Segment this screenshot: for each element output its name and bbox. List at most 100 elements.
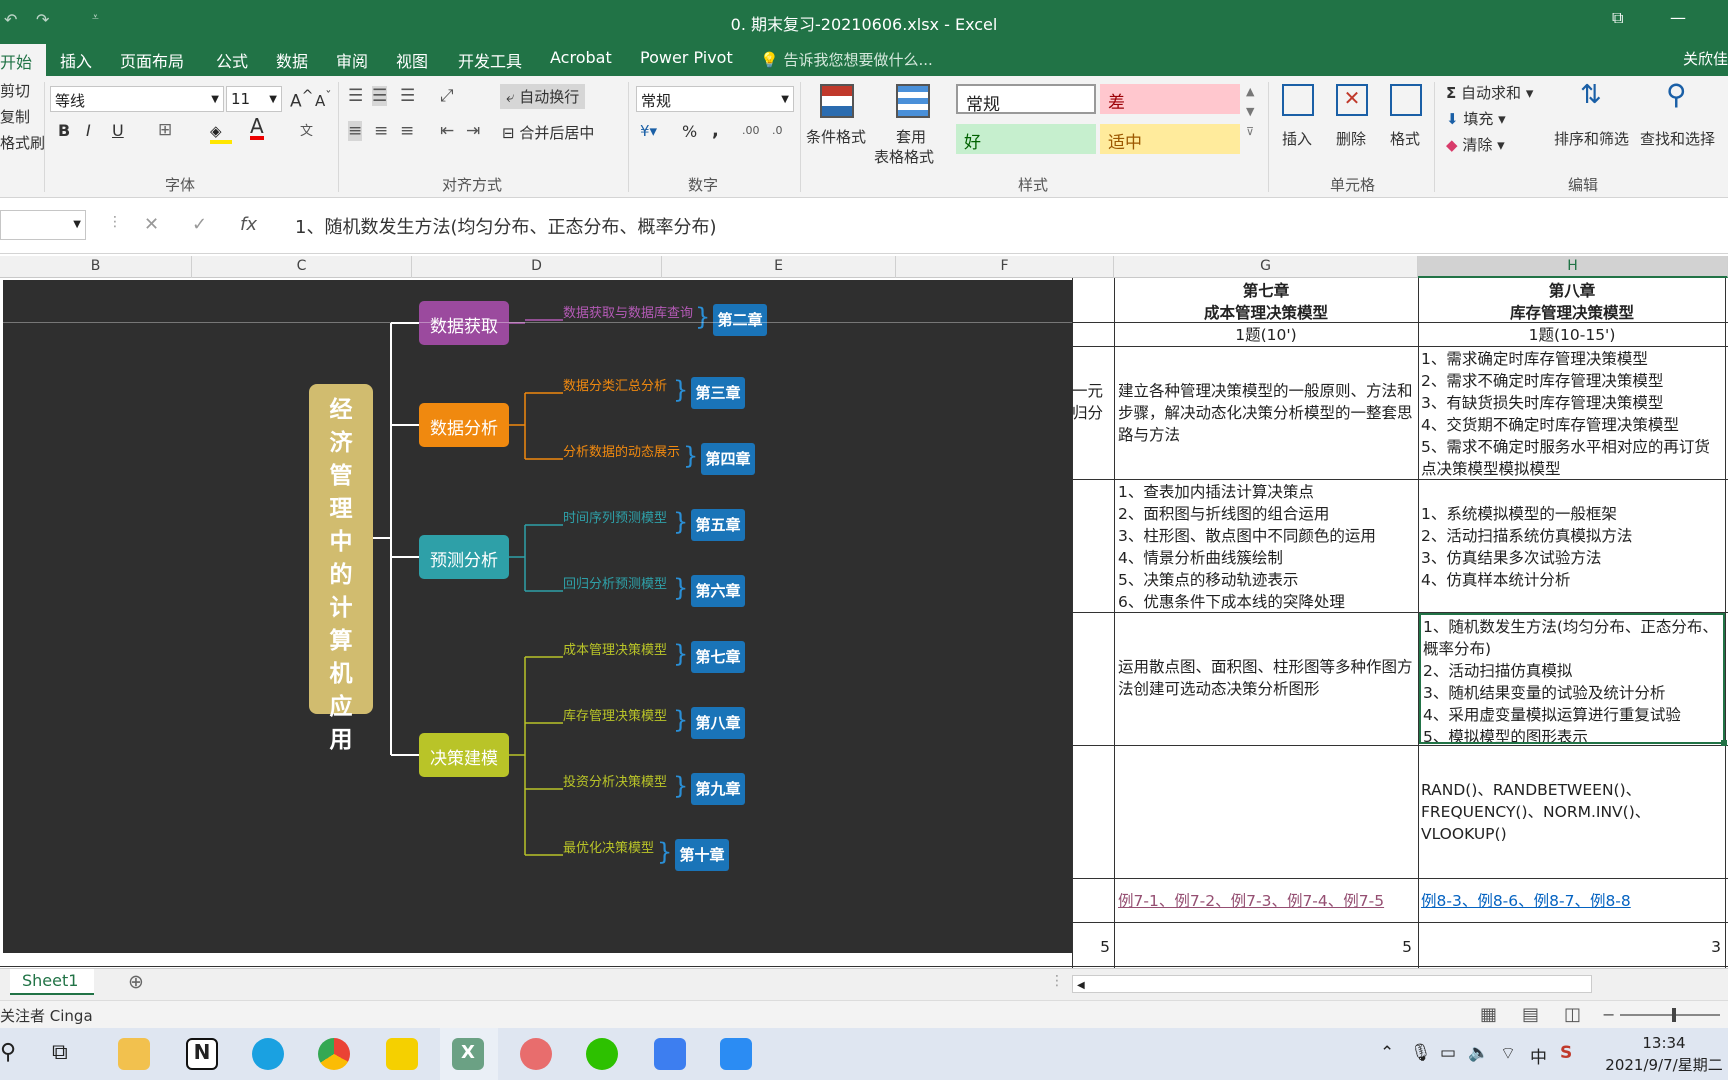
tab-9[interactable]: Power Pivot — [640, 48, 733, 67]
cell-f-row3-fragment[interactable]: 一元 归分 — [1072, 380, 1114, 424]
style-neutral[interactable]: 适中 — [1100, 124, 1240, 154]
chrome-icon[interactable] — [318, 1038, 350, 1070]
formula-input[interactable]: 1、随机数发生方法(均匀分布、正态分布、概率分布) — [295, 213, 717, 239]
align-left-icon[interactable]: ≡ — [348, 121, 363, 141]
percent-style-button[interactable]: % — [682, 122, 697, 141]
column-header-g[interactable]: G — [1114, 256, 1418, 278]
cut-button[interactable]: 剪切 — [0, 80, 30, 101]
zoom-out-icon[interactable]: − — [1602, 1005, 1615, 1024]
cell-h-row4[interactable]: 1、系统模拟模型的一般框架 2、活动扫描系统仿真模拟方法 3、仿真结果多次试验方… — [1421, 503, 1725, 603]
network-icon[interactable]: ⌔ — [1500, 1043, 1516, 1064]
cell-g-header[interactable]: 第七章 成本管理决策模型 — [1114, 280, 1418, 324]
sheet-tab-sheet1[interactable]: Sheet1 — [10, 969, 94, 995]
column-header-h[interactable]: H — [1418, 256, 1728, 278]
cell-h-row6[interactable]: RAND()、RANDBETWEEN()、FREQUENCY()、NORM.IN… — [1421, 779, 1725, 845]
format-cells-icon[interactable] — [1390, 84, 1422, 116]
phonetic-icon[interactable]: 文 — [300, 120, 313, 139]
column-header-e[interactable]: E — [662, 256, 896, 278]
conditional-format-icon[interactable] — [820, 84, 854, 118]
minimize-button[interactable]: — — [1670, 8, 1686, 27]
font-name-select[interactable]: 等线 ▼ — [50, 86, 224, 112]
column-header-c[interactable]: C — [192, 256, 412, 278]
find-select-icon[interactable]: ⚲ — [1666, 78, 1687, 111]
tab-1[interactable]: 插入 — [60, 48, 92, 72]
fill-button[interactable]: ⬇ 填充 ▾ — [1446, 108, 1506, 129]
cell-g-row4[interactable]: 1、查表加内插法计算决策点 2、面积图与折线图的组合运用 3、柱形图、散点图中不… — [1118, 481, 1416, 611]
ime-indicator[interactable]: 中 — [1530, 1043, 1547, 1068]
scroll-left-icon[interactable]: ◀ — [1073, 980, 1089, 991]
decrease-decimal-icon[interactable]: .0 — [772, 124, 783, 137]
column-header-f[interactable]: F — [896, 256, 1114, 278]
tab-2[interactable]: 页面布局 — [120, 48, 184, 72]
font-color-button[interactable]: A — [250, 116, 264, 140]
page-layout-view-icon[interactable]: ▤ — [1522, 1004, 1539, 1025]
page-break-view-icon[interactable]: ◫ — [1564, 1004, 1581, 1025]
user-name[interactable]: 关欣佳 — [1683, 48, 1728, 69]
delete-cells-icon[interactable]: ✕ — [1336, 84, 1368, 116]
font-size-select[interactable]: 11 ▼ — [226, 86, 282, 112]
tab-6[interactable]: 视图 — [396, 48, 428, 72]
cell-g-row5[interactable]: 运用散点图、面积图、柱形图等多种作图方法创建可选动态决策分析图形 — [1118, 656, 1416, 700]
format-painter-button[interactable]: 格式刷 — [0, 132, 45, 153]
sticky-notes-icon[interactable] — [386, 1038, 418, 1070]
sort-filter-button[interactable]: 排序和筛选 — [1554, 128, 1629, 149]
cell-g-row3[interactable]: 建立各种管理决策模型的一般原则、方法和步骤，解决动态化决策分析模型的一整套思路与… — [1118, 380, 1416, 446]
normal-view-icon[interactable]: ▦ — [1480, 1004, 1497, 1025]
volume-icon[interactable]: 🔈 — [1468, 1043, 1489, 1063]
tab-8[interactable]: Acrobat — [550, 48, 612, 67]
name-box[interactable]: ▼ — [0, 210, 86, 240]
clear-button[interactable]: ◆ 清除 ▾ — [1446, 134, 1505, 155]
zoom-slider[interactable] — [1620, 1008, 1720, 1022]
accounting-format-icon[interactable]: ¥▾ — [640, 122, 657, 140]
style-normal[interactable]: 常规 — [956, 84, 1096, 115]
align-center-icon[interactable]: ≡ — [374, 121, 388, 141]
ribbon-display-options-icon[interactable]: ⧉ — [1612, 8, 1623, 28]
number-format-select[interactable]: 常规 ▼ — [636, 86, 794, 112]
column-header-d[interactable]: D — [412, 256, 662, 278]
align-middle-icon[interactable]: ☰ — [372, 86, 388, 106]
cell-g-count[interactable]: 1题(10') — [1114, 324, 1418, 346]
increase-font-size-icon[interactable]: A^ — [290, 88, 314, 112]
format-cells-button[interactable]: 格式 — [1390, 128, 1420, 149]
tab-4[interactable]: 数据 — [276, 48, 308, 72]
search-icon[interactable]: ⚲ — [0, 1040, 16, 1065]
task-view-icon[interactable]: ⧉ — [52, 1040, 68, 1065]
enter-icon[interactable]: ✓ — [192, 214, 207, 235]
increase-indent-icon[interactable]: ⇥ — [466, 121, 480, 141]
show-hidden-icons-icon[interactable]: ⌃ — [1380, 1043, 1394, 1063]
cell-g-row8[interactable]: 5 — [1118, 936, 1412, 958]
styles-scroll-icon[interactable]: ▲ ▼ ⊽ — [1246, 82, 1254, 142]
mindmap-image[interactable]: 经济管理中的计算机应用 数据获取 数据获取与数据库查询} 第二章 数据分析 数据分类汇总… — [3, 280, 1072, 953]
clock[interactable]: 13:34 2021/9/7/星期二 — [1600, 1032, 1728, 1076]
borders-icon[interactable]: ⊞ — [158, 120, 172, 140]
zoom-thumb[interactable] — [1672, 1008, 1676, 1022]
insert-cells-icon[interactable] — [1282, 84, 1314, 116]
decrease-font-size-icon[interactable]: Aˇ — [315, 88, 332, 110]
cell-h-header[interactable]: 第八章 库存管理决策模型 — [1418, 280, 1726, 324]
style-good[interactable]: 好 — [956, 124, 1096, 154]
fill-color-icon[interactable]: ◈ — [210, 122, 232, 144]
edge-icon[interactable] — [252, 1038, 284, 1070]
table-format-label-2[interactable]: 表格格式 — [874, 146, 934, 167]
wechat-icon[interactable] — [586, 1038, 618, 1070]
find-select-button[interactable]: 查找和选择 — [1640, 128, 1715, 149]
insert-function-button[interactable]: fx — [240, 214, 257, 235]
copy-button[interactable]: 复制 — [0, 106, 30, 127]
cell-f-row8[interactable]: 5 — [1072, 936, 1110, 958]
cell-h-count[interactable]: 1题(10-15') — [1418, 324, 1726, 346]
delete-cells-button[interactable]: 删除 — [1336, 128, 1366, 149]
sogou-ime-icon[interactable]: S — [1560, 1043, 1572, 1063]
cell-h-row5-active[interactable]: 1、随机数发生方法(均匀分布、正态分布、概率分布) 2、活动扫描仿真模拟 3、随… — [1419, 613, 1725, 744]
notion-icon[interactable]: N — [186, 1038, 218, 1070]
cancel-icon[interactable]: ✕ — [144, 214, 159, 235]
app-icon[interactable] — [520, 1038, 552, 1070]
tab-7[interactable]: 开发工具 — [458, 48, 522, 72]
merge-center-button[interactable]: ⊟ 合并后居中 — [502, 122, 594, 143]
tell-me-search[interactable]: 💡 告诉我您想要做什么... — [760, 49, 933, 70]
microphone-icon[interactable]: 🎙 — [1410, 1043, 1432, 1063]
fill-handle[interactable] — [1721, 740, 1727, 746]
wrap-text-button[interactable]: ⤶ 自动换行 — [500, 84, 586, 109]
sort-filter-icon[interactable]: ⇅ — [1580, 80, 1602, 110]
align-right-icon[interactable]: ≡ — [400, 121, 414, 141]
increase-decimal-icon[interactable]: .00 — [742, 124, 760, 137]
